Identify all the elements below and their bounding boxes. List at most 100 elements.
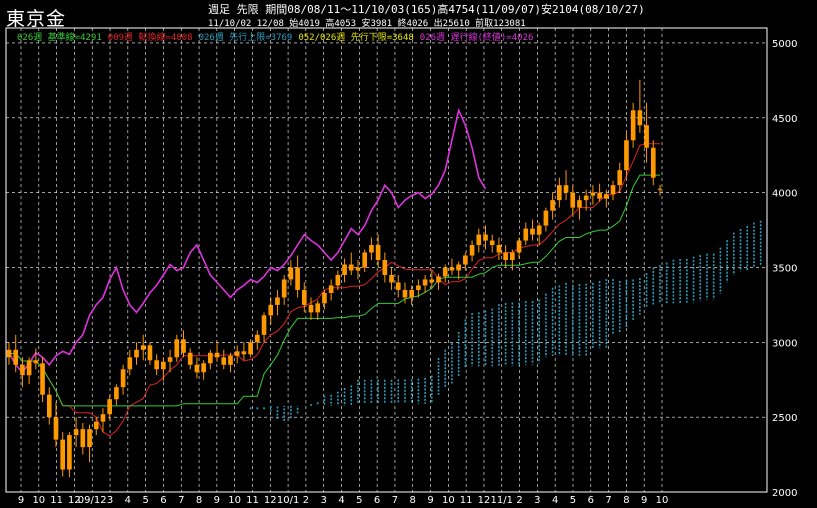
candle-body	[422, 279, 428, 286]
candle-body	[33, 360, 39, 364]
candle-body	[301, 289, 307, 305]
candle-body	[248, 342, 253, 355]
x-tick-label: 9	[427, 495, 433, 506]
candle-body	[281, 279, 287, 298]
candle-body	[26, 360, 32, 376]
candle-body	[409, 289, 415, 298]
candle-body	[637, 110, 643, 126]
y-tick-label: 2000	[772, 488, 797, 499]
candle-body	[503, 252, 508, 260]
legend-item: 052/026週 先行下限=3648	[298, 33, 414, 43]
candle-body	[254, 334, 260, 343]
candle-body	[214, 352, 220, 358]
candle-body	[154, 360, 159, 370]
candle-body	[389, 274, 394, 283]
y-tick-label: 5000	[772, 39, 797, 50]
candle-body	[496, 245, 502, 253]
y-tick-label: 3000	[772, 338, 797, 349]
candle-body	[469, 245, 475, 256]
candle-body	[181, 339, 186, 353]
candle-body	[335, 274, 341, 286]
candle-body	[617, 170, 623, 186]
candle-body	[476, 234, 482, 246]
indicator-legend: 026週 基準線=4291 009週 転換線=4808 026週 先行上限=3769…	[17, 30, 539, 43]
candle-body	[73, 429, 79, 436]
candle-body	[194, 364, 200, 373]
candle-body	[590, 192, 596, 196]
x-tick-label: 11	[460, 495, 473, 506]
candle-body	[610, 185, 616, 195]
candle-body	[550, 200, 555, 211]
candle-body	[375, 245, 381, 260]
candle-body	[603, 194, 609, 199]
candle-body	[295, 267, 300, 290]
chikou-line	[8, 107, 487, 374]
x-tick-label: 6	[374, 495, 380, 506]
candle-body	[87, 429, 92, 448]
candle-body	[348, 264, 354, 271]
candle-body	[597, 192, 602, 199]
x-tick-label: 3	[534, 495, 540, 506]
candle-body	[536, 225, 542, 235]
candle-body	[328, 285, 334, 293]
period-summary: 週足 先限 期間08/08/11〜11/10/03(165)高4754(11/0…	[208, 3, 645, 16]
candle-body	[288, 267, 294, 280]
x-tick-label: 10	[656, 495, 669, 506]
x-tick-label: 7	[392, 495, 398, 506]
x-tick-label: 6	[588, 495, 594, 506]
candle-body	[268, 304, 274, 316]
candle-body	[362, 252, 368, 268]
candle-body	[463, 255, 468, 265]
x-tick-label: 10	[32, 495, 45, 506]
candle-body	[657, 188, 663, 190]
x-tick-label: 4	[552, 495, 558, 506]
candle-body	[456, 264, 461, 271]
candle-body	[429, 279, 435, 283]
x-tick-label: 3	[107, 495, 113, 506]
candle-body	[557, 185, 562, 201]
x-tick-label: 2	[303, 495, 309, 506]
candle-body	[100, 414, 106, 422]
candle-body	[583, 195, 589, 201]
candle-body	[208, 352, 213, 364]
x-tick-label: 09/12	[78, 495, 107, 506]
candle-body	[187, 352, 193, 365]
latest-bar-summary: 11/10/02 12/08 始4019 高4053 安3981 終4026 出…	[208, 19, 526, 29]
y-tick-label: 3500	[772, 263, 797, 274]
candle-body	[13, 349, 19, 365]
candle-body	[134, 349, 139, 358]
candle-body	[523, 228, 529, 241]
x-tick-label: 4	[338, 495, 344, 506]
x-tick-label: 8	[623, 495, 629, 506]
candle-body	[449, 267, 455, 271]
legend-item: 026週 基準線=4291	[17, 33, 102, 43]
candle-body	[650, 147, 656, 178]
candle-body	[436, 276, 441, 283]
x-tick-label: 12	[478, 495, 491, 506]
candle-body	[107, 399, 112, 415]
candle-body	[241, 351, 247, 355]
y-tick-label: 2500	[772, 413, 797, 424]
x-tick-label: 11	[50, 495, 63, 506]
candle-body	[483, 234, 488, 241]
x-tick-label: 8	[410, 495, 416, 506]
candle-body	[167, 357, 173, 362]
candle-body	[221, 357, 227, 365]
x-tick-label: 10/1	[277, 495, 299, 506]
candle-body	[140, 345, 146, 350]
candle-body	[161, 361, 166, 370]
candle-body	[20, 364, 25, 376]
x-tick-label: 10	[442, 495, 455, 506]
candle-body	[46, 394, 52, 418]
kijun-line	[9, 174, 660, 407]
candle-body	[201, 363, 206, 373]
candle-body	[234, 351, 240, 356]
candle-body	[644, 125, 649, 148]
candle-body	[530, 228, 535, 235]
candle-body	[120, 369, 126, 388]
candle-body	[624, 140, 629, 171]
candle-body	[489, 240, 495, 246]
candle-body	[127, 357, 133, 370]
candle-body	[543, 210, 549, 226]
candle-body	[355, 267, 361, 271]
